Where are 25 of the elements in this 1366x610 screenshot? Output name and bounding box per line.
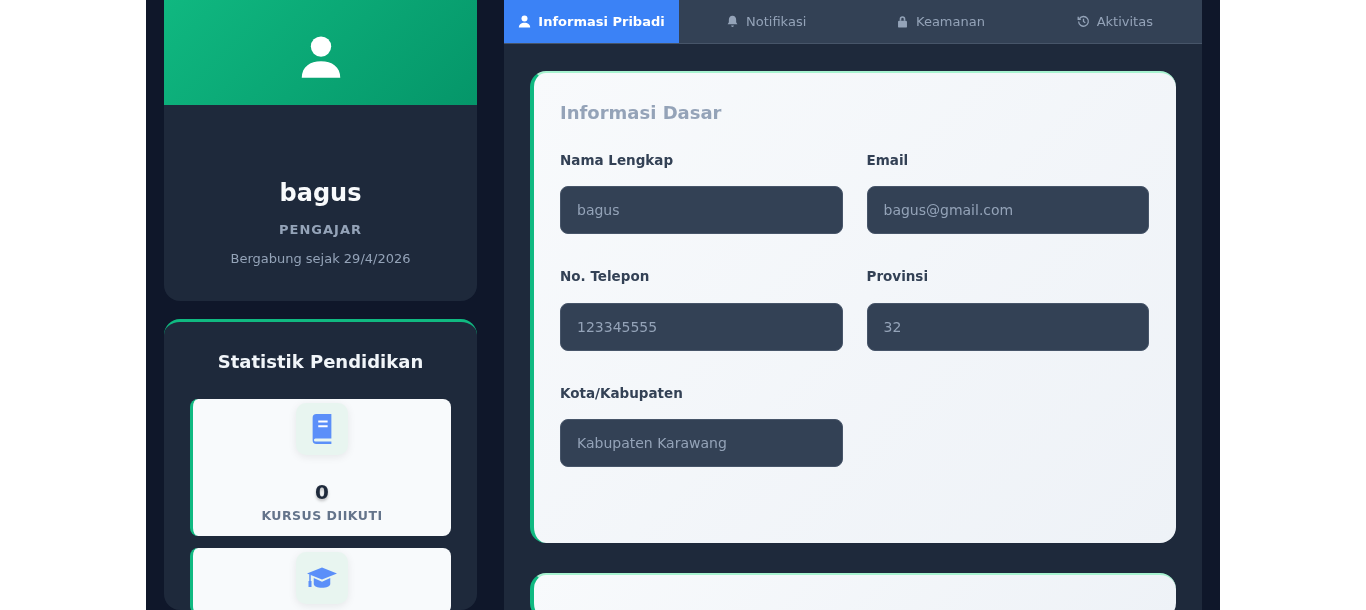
tab[interactable]: Keamanan bbox=[853, 0, 1028, 43]
field-label: Email bbox=[866, 151, 910, 170]
stat-value: 0 bbox=[314, 478, 330, 506]
stat-label: KURSUS DIIKUTI bbox=[260, 506, 384, 525]
field-label: Kota/Kabupaten bbox=[560, 383, 684, 403]
user-icon bbox=[518, 15, 532, 28]
input-field[interactable]: bagus bbox=[560, 186, 843, 235]
field-label: Provinsi bbox=[866, 267, 930, 287]
section-title: Informasi Dasar bbox=[560, 101, 723, 125]
profile-role: PENGAJAR bbox=[278, 220, 363, 239]
tab[interactable]: Informasi Pribadi bbox=[504, 0, 679, 43]
join-date: Bergabung sejak 29/4/2026 bbox=[229, 250, 412, 269]
field-label: No. Telepon bbox=[560, 267, 651, 287]
tab[interactable]: Notifikasi bbox=[679, 0, 854, 43]
input-field[interactable]: 123345555 bbox=[560, 302, 843, 351]
bell-icon bbox=[726, 15, 740, 28]
history-icon bbox=[1076, 15, 1090, 28]
input-field[interactable]: Kabupaten Karawang bbox=[560, 418, 843, 467]
stats-title: Statistik Pendidikan bbox=[216, 349, 425, 374]
profile-name: bagus bbox=[278, 179, 363, 208]
lock-icon bbox=[896, 15, 910, 28]
tab[interactable]: Aktivitas bbox=[1027, 0, 1202, 43]
input-field[interactable]: 32 bbox=[866, 302, 1149, 351]
field-label: Nama Lengkap bbox=[560, 151, 675, 170]
input-field[interactable]: bagus@gmail.com bbox=[866, 186, 1149, 235]
